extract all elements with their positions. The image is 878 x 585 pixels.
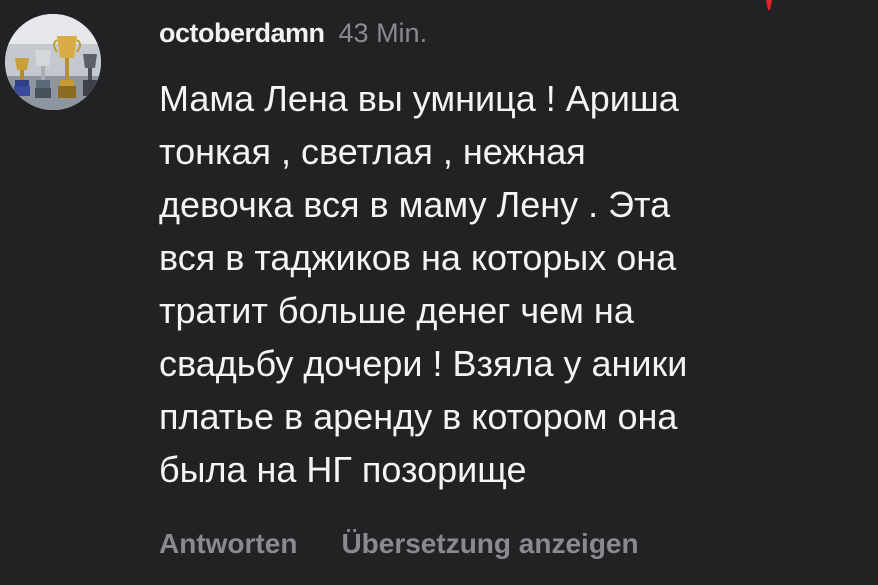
username[interactable]: octoberdamn [159,18,325,49]
trophy-cups-avatar-icon [5,14,101,110]
show-translation-button[interactable]: Übersetzung anzeigen [341,528,638,560]
comment: octoberdamn 43 Min. Мама Лена вы умница … [159,18,859,496]
red-mark [766,0,772,10]
comment-text: Мама Лена вы умница ! Ариша тонкая , све… [159,78,688,490]
timestamp: 43 Min. [338,18,428,48]
avatar[interactable] [5,14,101,110]
comment-actions: Antworten Übersetzung anzeigen [159,528,639,560]
comment-meta: octoberdamn 43 Min. [159,18,859,52]
reply-button[interactable]: Antworten [159,528,297,560]
